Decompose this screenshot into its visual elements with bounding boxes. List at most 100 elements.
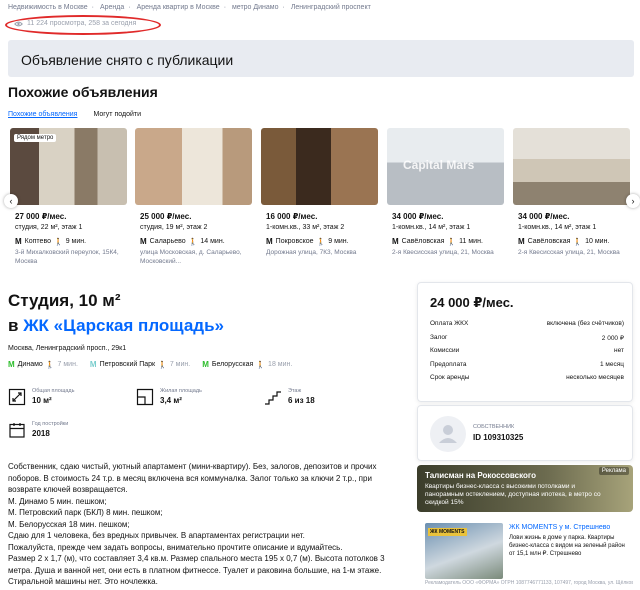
listing-facts: Общая площадь 10 м² Жилая площадь 3,4 м² Э… — [8, 388, 398, 448]
owner-box: СОБСТВЕННИК ID 109310325 — [417, 405, 633, 461]
ad-image: ЖК MOMENTS — [425, 523, 503, 579]
breadcrumb-item[interactable]: Аренда — [100, 4, 124, 11]
listing-card[interactable]: Capital Mars 34 000 ₽/мес. 1-комн.кв., 1… — [387, 128, 504, 273]
listing-description: Собственник, сдаю чистый, уютный апартам… — [8, 462, 385, 586]
ad-label: Реклама — [598, 467, 629, 475]
price-box: 24 000 ₽/мес. Оплата ЖКХ включена (без сч… — [417, 282, 633, 402]
chevron-left-icon: ‹ — [9, 196, 13, 206]
card-address: Дорожная улица, 7К3, Москва — [266, 249, 357, 256]
card-price: 34 000 ₽/мес. — [518, 212, 570, 221]
walk-icon: 🚶 — [188, 238, 198, 246]
listing-card[interactable]: 34 000 ₽/мес. 1-комн.кв., 14 м², этаж 1 … — [513, 128, 630, 273]
card-metro: M Коптево 🚶 9 мин. — [15, 237, 87, 246]
ad-text: Квартиры бизнес-класса с высокими потолк… — [425, 483, 601, 506]
owner-role: СОБСТВЕННИК — [473, 424, 515, 430]
stairs-icon — [265, 391, 281, 405]
ad-text: Лови жизнь в доме у парка. Квартиры бизн… — [509, 535, 625, 557]
card-desc: студия, 19 м², этаж 2 — [140, 224, 208, 231]
card-badge: Рядом метро — [14, 134, 57, 142]
ad-image-tag: ЖК MOMENTS — [428, 528, 467, 536]
chevron-right-icon: › — [631, 196, 635, 206]
listing-card[interactable]: Рядом метро 27 000 ₽/мес. студия, 22 м²,… — [10, 128, 127, 273]
card-desc: 1-комн.кв., 33 м², этаж 2 — [266, 224, 345, 231]
tab-similar[interactable]: Похожие объявления — [8, 111, 77, 118]
removed-banner-text: Объявление снято с публикации — [21, 52, 234, 68]
listing-metros: M Динамо 🚶 7 мин. M Петровский Парк 🚶 7 мин. M… — [8, 360, 292, 369]
ad-title: Талисман на Рокоссовского — [425, 471, 536, 480]
card-photo — [135, 128, 252, 205]
breadcrumb-item[interactable]: Аренда квартир в Москве — [137, 4, 220, 11]
fact-total-area: Общая площадь 10 м² — [8, 388, 75, 406]
breadcrumb-item[interactable]: метро Динамо — [232, 4, 279, 11]
fact-build-year: Год постройки 2018 — [8, 421, 68, 439]
walk-icon: 🚶 — [158, 361, 167, 369]
views-counter: 11 224 просмотра, 258 за сегодня — [14, 20, 136, 27]
metro-icon: M — [140, 237, 147, 246]
breadcrumb-item[interactable]: Ленинградский проспект — [291, 4, 371, 11]
fact-living-area: Жилая площадь 3,4 м² — [136, 388, 202, 406]
card-address: 2-я Квесисская улица, 21, Москва — [518, 249, 620, 256]
complex-link[interactable]: ЖК «Царская площадь» — [23, 316, 224, 335]
removed-banner: Объявление снято с публикации — [8, 40, 634, 77]
listing-address[interactable]: Москва, Ленинградский просп., 29к1 — [8, 345, 126, 352]
metro-station[interactable]: M Петровский Парк 🚶 7 мин. — [90, 360, 190, 369]
ad-legal: Рекламодатель ООО «ФОРМА» ОГРН 108774677… — [425, 580, 633, 586]
card-watermark: Capital Mars — [403, 158, 475, 172]
listing-title: Студия, 10 м² — [8, 291, 121, 310]
card-metro: M Савёловская 🚶 10 мин. — [518, 237, 610, 246]
views-text: 11 224 просмотра, 258 за сегодня — [27, 20, 137, 27]
listing-card[interactable]: 25 000 ₽/мес. студия, 19 м², этаж 2 M Сал… — [135, 128, 252, 273]
eye-icon — [14, 21, 23, 26]
listing-price: 24 000 ₽/мес. — [430, 295, 514, 310]
breadcrumb-item[interactable]: Недвижимость в Москве — [8, 4, 88, 11]
card-metro: M Покровское 🚶 9 мин. — [266, 237, 349, 246]
metro-icon: M — [392, 237, 399, 246]
walk-icon: 🚶 — [447, 238, 457, 246]
card-address: 3-й Михалковский переулок, 15К4, Москва — [15, 249, 119, 265]
price-conditions: Оплата ЖКХ включена (без счётчиков) Залог… — [430, 320, 624, 381]
tab-may-fit[interactable]: Могут подойти — [93, 111, 141, 118]
living-area-icon — [136, 388, 154, 406]
metro-icon: M — [8, 360, 15, 369]
card-price: 27 000 ₽/мес. — [15, 212, 67, 221]
similar-tabs: Похожие объявления Могут подойти — [8, 111, 141, 118]
card-photo — [513, 128, 630, 205]
metro-icon: M — [15, 237, 22, 246]
card-desc: 1-комн.кв., 14 м², этаж 1 — [392, 224, 471, 231]
card-price: 25 000 ₽/мес. — [140, 212, 192, 221]
card-photo: Рядом метро — [10, 128, 127, 205]
card-desc: студия, 22 м², этаж 1 — [15, 224, 83, 231]
avatar — [430, 416, 466, 452]
listing-card[interactable]: 16 000 ₽/мес. 1-комн.кв., 33 м², этаж 2 … — [261, 128, 378, 273]
card-desc: 1-комн.кв., 14 м², этаж 1 — [518, 224, 597, 231]
card-address: улица Московская, д. Саларьево, Московск… — [140, 249, 242, 265]
metro-icon: M — [89, 360, 97, 369]
card-address: 2-я Квесисская улица, 21, Москва — [392, 249, 494, 256]
metro-icon: M — [266, 237, 273, 246]
metro-station[interactable]: M Белорусская 🚶 18 мин. — [202, 360, 292, 369]
owner-id[interactable]: ID 109310325 — [473, 433, 523, 442]
breadcrumbs: Недвижимость в Москве · Аренда · Аренда кв… — [8, 4, 371, 11]
carousel-next-button[interactable]: › — [626, 194, 640, 208]
walk-icon: 🚶 — [573, 238, 583, 246]
card-metro: M Саларьево 🚶 14 мин. — [140, 237, 225, 246]
walk-icon: 🚶 — [256, 361, 266, 369]
walk-icon: 🚶 — [45, 361, 55, 369]
fact-floor: Этаж 6 из 18 — [264, 388, 315, 406]
ad-title[interactable]: ЖК MOMENTS у м. Стрешнево — [509, 524, 610, 531]
ad-banner[interactable]: Реклама Талисман на Рокоссовского Кварти… — [417, 465, 633, 512]
listing-complex: в ЖК «Царская площадь» — [8, 316, 224, 335]
walk-icon: 🚶 — [316, 238, 326, 246]
card-price: 16 000 ₽/мес. — [266, 212, 318, 221]
similar-title: Похожие объявления — [8, 84, 158, 100]
card-price: 34 000 ₽/мес. — [392, 212, 444, 221]
calendar-icon — [9, 423, 25, 438]
metro-icon: M — [518, 237, 525, 246]
ad-card[interactable]: ЖК MOMENTS ЖК MOMENTS у м. Стрешнево Лов… — [417, 517, 633, 590]
metro-icon: M — [202, 360, 209, 369]
card-photo: Capital Mars — [387, 128, 504, 205]
carousel-prev-button[interactable]: ‹ — [4, 194, 18, 208]
card-metro: M Савёловская 🚶 11 мин. — [392, 237, 483, 246]
metro-station[interactable]: M Динамо 🚶 7 мин. — [8, 360, 78, 369]
user-icon — [439, 425, 457, 443]
